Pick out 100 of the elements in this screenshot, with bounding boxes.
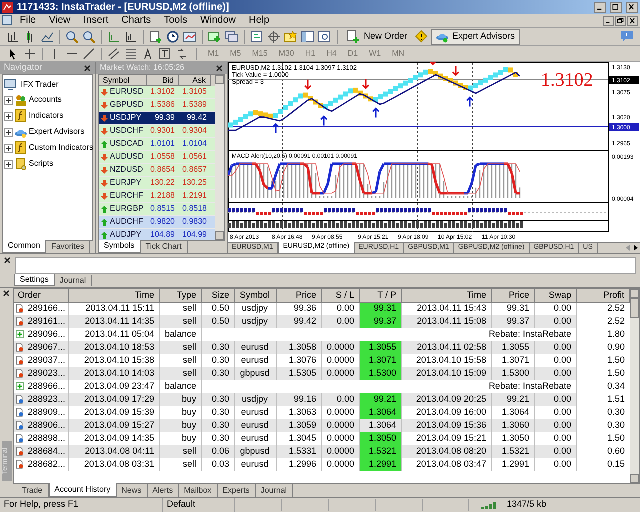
column-header[interactable]: S / L xyxy=(321,289,359,302)
bid-price: 1.3102 xyxy=(150,86,176,98)
text-label-icon[interactable] xyxy=(158,46,172,60)
menu-item[interactable]: Window xyxy=(194,13,242,28)
fibonacci-icon[interactable] xyxy=(124,46,138,60)
windows-icon[interactable] xyxy=(225,30,239,44)
up-arrow-icon xyxy=(466,96,474,108)
expert-advisors-button[interactable]: Expert Advisors xyxy=(430,28,520,44)
ask-price: 1.0561 xyxy=(182,151,208,163)
tab[interactable]: Account History xyxy=(48,483,117,497)
bid-price: 0.8515 xyxy=(150,203,176,215)
menu-item[interactable]: File xyxy=(14,13,42,28)
close-icon[interactable] xyxy=(4,257,11,264)
quote-row[interactable]: EURUSD 1.3102 1.3105 xyxy=(99,86,215,99)
quote-row[interactable]: NZDUSD 0.8654 0.8657 xyxy=(99,164,215,177)
tree-item[interactable]: Expert Advisors xyxy=(29,126,85,138)
column-header[interactable]: Time xyxy=(401,289,491,302)
minimize-icon[interactable] xyxy=(594,2,606,12)
close-icon[interactable] xyxy=(627,16,638,26)
tab[interactable]: Common xyxy=(2,240,46,253)
bid-price: 130.22 xyxy=(150,177,176,189)
quote-row[interactable]: USDJPY 99.39 99.42 xyxy=(99,112,215,125)
column-header[interactable]: Profit xyxy=(576,289,629,302)
clock-icon[interactable] xyxy=(166,30,180,44)
tree-item[interactable]: Accounts xyxy=(29,94,62,106)
scrollbar[interactable] xyxy=(630,289,638,483)
menu-item[interactable]: View xyxy=(43,13,77,28)
tree-item[interactable]: Custom Indicators xyxy=(29,142,94,154)
menu-item[interactable]: Help xyxy=(243,13,276,28)
trendline-icon[interactable] xyxy=(82,46,96,60)
expand-icon[interactable] xyxy=(4,144,13,152)
quote-row[interactable]: USDCHF 0.9301 0.9304 xyxy=(99,125,215,138)
add-chart-icon[interactable] xyxy=(149,30,163,44)
quote-row[interactable]: AUDCHF 0.9820 0.9830 xyxy=(99,216,215,229)
column-header[interactable]: Price xyxy=(276,289,321,302)
column-header[interactable]: Symbol xyxy=(234,289,276,302)
zoom-out-icon[interactable] xyxy=(82,30,96,44)
tab[interactable]: Symbols xyxy=(98,240,141,253)
column-header[interactable]: Price xyxy=(491,289,534,302)
scroll-right-icon[interactable] xyxy=(632,243,640,253)
status-text: For Help, press F1 xyxy=(0,498,163,512)
history-row[interactable]: 289166... 2013.04.11 15:11 sell 0.50 usdjpy 99.36 0.00 99.31 2013.04.11 15:43 99.31 0.00 2.52 xyxy=(14,302,629,315)
column-header[interactable]: Time xyxy=(68,289,159,302)
column-header[interactable]: Size xyxy=(201,289,234,302)
menu-item[interactable]: Tools xyxy=(158,13,194,28)
menu-item[interactable]: Insert xyxy=(78,13,115,28)
close-icon[interactable] xyxy=(626,2,638,12)
star-folder-icon[interactable] xyxy=(284,30,298,44)
crosshair-icon[interactable] xyxy=(267,30,281,44)
magnifier-window-icon[interactable] xyxy=(318,30,332,44)
column-header[interactable]: T / P xyxy=(359,289,401,302)
column-header[interactable]: Swap xyxy=(534,289,576,302)
tree-item[interactable]: Scripts xyxy=(29,158,54,170)
menu-item[interactable]: Charts xyxy=(116,13,158,28)
column-header[interactable]: Type xyxy=(159,289,201,302)
tree-item[interactable]: Indicators xyxy=(29,110,64,122)
quote-row[interactable]: AUDUSD 1.0558 1.0561 xyxy=(99,151,215,164)
plus-icon xyxy=(16,382,24,391)
arrows-icon[interactable] xyxy=(175,46,189,60)
expand-icon[interactable] xyxy=(4,128,13,136)
close-icon[interactable] xyxy=(216,64,223,72)
auto-scroll-icon[interactable] xyxy=(124,30,138,44)
table-cell: 0.0000 xyxy=(321,458,359,471)
crosshair-icon[interactable] xyxy=(23,46,37,60)
close-icon[interactable] xyxy=(84,64,91,72)
expand-icon[interactable] xyxy=(4,160,13,168)
bar-chart-icon[interactable] xyxy=(6,30,20,44)
ask-price: 99.42 xyxy=(186,112,208,124)
expand-icon[interactable] xyxy=(4,112,13,120)
table-cell: 288682... xyxy=(14,458,68,471)
panel-icon[interactable] xyxy=(301,30,315,44)
quote-row[interactable]: EURCHF 1.2188 1.2191 xyxy=(99,190,215,203)
maximize-icon[interactable] xyxy=(610,2,622,12)
quote-row[interactable]: USDCAD 1.0101 1.0104 xyxy=(99,138,215,151)
restore-icon[interactable] xyxy=(615,16,626,26)
zoom-in-icon[interactable] xyxy=(65,30,79,44)
tree-item[interactable]: IFX Trader xyxy=(21,79,59,91)
document-icon[interactable] xyxy=(2,15,13,26)
quote-row[interactable]: EURJPY 130.22 130.25 xyxy=(99,177,215,190)
channel-icon[interactable] xyxy=(107,46,121,60)
symbol-name: GBPUSD xyxy=(110,99,144,111)
document-icon xyxy=(16,407,24,418)
plus-window-icon[interactable] xyxy=(208,30,222,44)
scrollbar[interactable] xyxy=(215,75,224,240)
template-icon[interactable] xyxy=(183,30,197,44)
data-window-icon[interactable] xyxy=(250,30,264,44)
tab[interactable]: Settings xyxy=(14,274,55,286)
quote-row[interactable]: GBPUSD 1.5386 1.5389 xyxy=(99,99,215,112)
new-order-button[interactable]: New Order xyxy=(343,30,412,44)
minimize-icon[interactable] xyxy=(603,16,614,26)
table-cell: eurusd xyxy=(234,458,276,471)
symbol-name: USDJPY xyxy=(110,112,142,124)
traffic-text: 1347/5 kb xyxy=(507,498,547,512)
quote-row[interactable]: AUDJPY 104.89 104.99 xyxy=(99,229,215,240)
close-icon[interactable] xyxy=(3,290,10,297)
column-header[interactable]: Order xyxy=(14,289,68,302)
up-arrow-icon xyxy=(372,108,380,118)
warning-icon[interactable] xyxy=(414,30,428,43)
expand-icon[interactable] xyxy=(4,96,13,104)
quote-row[interactable]: EURGBP 0.8515 0.8518 xyxy=(99,203,215,216)
